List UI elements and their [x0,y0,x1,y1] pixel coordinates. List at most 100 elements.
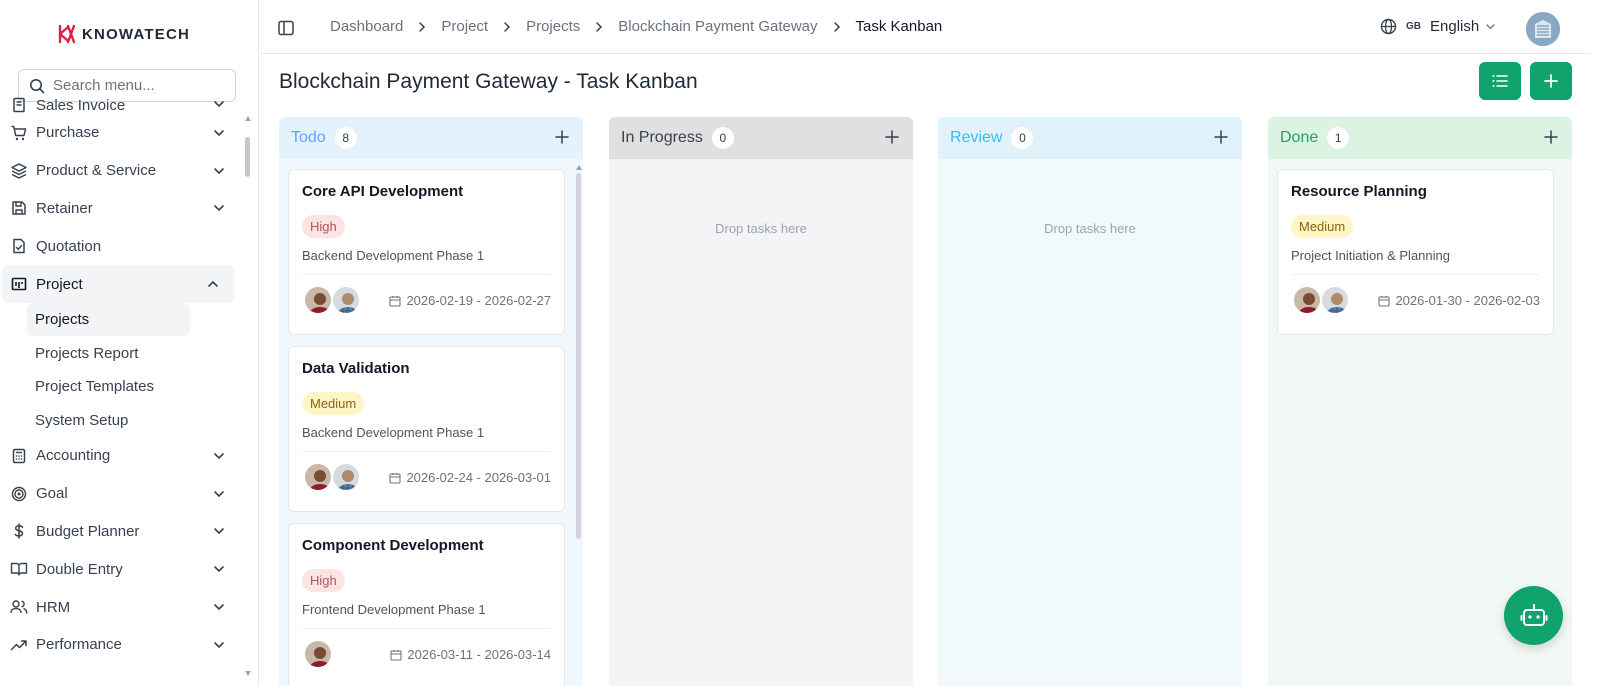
invoice-icon [10,96,28,114]
task-title: Component Development [302,537,484,554]
sidebar-item-goal[interactable]: Goal [0,475,240,513]
task-title: Core API Development [302,183,464,200]
avatar[interactable] [303,462,333,492]
calendar-icon [1378,295,1390,307]
task-phase: Project Initiation & Planning [1291,248,1540,275]
task-card[interactable]: Component Development High Frontend Deve… [288,523,565,686]
sidebar-item-purchase[interactable]: Purchase [0,114,240,152]
avatar[interactable] [1320,285,1350,315]
search-input[interactable] [53,77,223,94]
assignee-avatars [1292,285,1350,315]
calendar-icon [389,295,401,307]
language-code: GB [1406,21,1421,32]
add-to-column-icon[interactable] [885,130,899,144]
chevron-down-icon [214,490,224,497]
drop-zone-text: Drop tasks here [1044,221,1136,236]
kanban-column-review: Review 0 Drop tasks here [938,117,1242,686]
task-card[interactable]: Data Validation Medium Backend Developme… [288,346,565,512]
sidebar-item-product-service[interactable]: Product & Service [0,152,240,190]
avatar[interactable] [303,285,333,315]
sidebar-item-label: Budget Planner [36,522,140,540]
sidebar-item-label: Sales Invoice [36,97,126,114]
assignee-avatars [303,462,361,492]
task-dates: 2026-01-30 - 2026-02-03 [1378,293,1540,308]
avatar[interactable] [331,462,361,492]
assignee-avatars [303,285,361,315]
sidebar-item-hrm[interactable]: HRM [0,588,240,626]
assignee-avatars [303,639,333,669]
sidebar-subitem-projects[interactable]: Projects [27,302,190,337]
sidebar-item-quotation[interactable]: Quotation [0,227,240,265]
project-icon [10,275,28,293]
sidebar-toggle-icon[interactable] [278,20,294,36]
language-selector[interactable]: GB English [1380,18,1496,35]
drop-zone-text: Drop tasks here [715,221,807,236]
app-root: KNOWATECH Sales Invoice Purchase Product… [0,0,1600,686]
calendar-icon [389,472,401,484]
breadcrumb-project[interactable]: Project [441,18,488,35]
sidebar-subitem-system-setup[interactable]: System Setup [0,403,240,437]
brand-logo[interactable]: KNOWATECH [58,24,190,44]
breadcrumb-dashboard[interactable]: Dashboard [330,18,403,35]
sidebar-item-label: Accounting [36,447,111,465]
todo-column-scrollbar[interactable] [576,165,582,685]
task-card[interactable]: Core API Development High Backend Develo… [288,169,565,335]
sidebar-item-accounting[interactable]: Accounting [0,437,240,475]
avatar[interactable] [303,639,333,669]
avatar[interactable] [331,285,361,315]
column-header: Done 1 [1268,117,1572,159]
sidebar-item-double-entry[interactable]: Double Entry [0,550,240,588]
layers-icon [10,162,28,180]
calculator-icon [10,447,28,465]
scrollbar-thumb[interactable] [245,137,250,177]
task-title: Data Validation [302,360,410,377]
logo-icon [58,24,76,44]
add-to-column-icon[interactable] [1544,130,1558,144]
column-header: Review 0 [938,117,1242,159]
add-task-button[interactable] [1530,62,1572,100]
scroll-up-arrow[interactable] [245,116,251,121]
column-title: Review [950,129,1003,146]
scrollbar-thumb[interactable] [576,173,581,539]
chevron-right-icon [833,21,840,32]
chevron-right-icon [419,21,426,32]
sidebar-item-performance[interactable]: Performance [0,626,240,664]
chevron-up-icon [208,280,218,287]
breadcrumb-project-name[interactable]: Blockchain Payment Gateway [618,18,817,35]
add-to-column-icon[interactable] [555,130,569,144]
book-icon [10,560,28,578]
language-label: English [1430,18,1480,35]
window-edge [1590,0,1600,686]
sidebar-item-budget-planner[interactable]: Budget Planner [0,513,240,551]
chevron-down-icon [214,101,224,108]
column-count-badge: 0 [711,127,734,149]
sidebar-item-retainer[interactable]: Retainer [0,190,240,228]
sidebar-subitem-projects-report[interactable]: Projects Report [0,336,240,370]
chevron-down-icon [214,167,224,174]
date-range: 2026-02-19 - 2026-02-27 [406,293,551,308]
sidebar-item-label: Retainer [36,199,93,217]
avatar[interactable] [1292,285,1322,315]
task-phase: Backend Development Phase 1 [302,425,551,452]
sidebar-item-project[interactable]: Project [2,265,234,303]
breadcrumb-projects[interactable]: Projects [526,18,580,35]
chatbot-button[interactable] [1504,586,1563,645]
robot-icon [1520,603,1547,626]
task-footer: 2026-02-24 - 2026-03-01 [302,452,551,500]
user-avatar[interactable] [1526,12,1560,46]
add-to-column-icon[interactable] [1214,130,1228,144]
search-icon [30,78,45,93]
sidebar-item-label: Performance [36,636,122,654]
scroll-down-arrow[interactable] [245,671,251,676]
scroll-up-arrow[interactable] [576,165,582,170]
sidebar-item-label: Goal [36,485,68,503]
topbar: Dashboard Project Projects Blockchain Pa… [260,0,1590,54]
sidebar-scrollbar[interactable] [244,116,251,676]
column-count-badge: 1 [1327,127,1350,149]
task-card[interactable]: Resource Planning Medium Project Initiat… [1277,169,1554,335]
sidebar-item-label: Double Entry [36,560,123,578]
sidebar-item-sales-invoice[interactable]: Sales Invoice [0,94,240,114]
sidebar-subitem-project-templates[interactable]: Project Templates [0,370,240,404]
list-view-button[interactable] [1479,62,1521,100]
kanban-column-in-progress: In Progress 0 Drop tasks here [609,117,913,686]
